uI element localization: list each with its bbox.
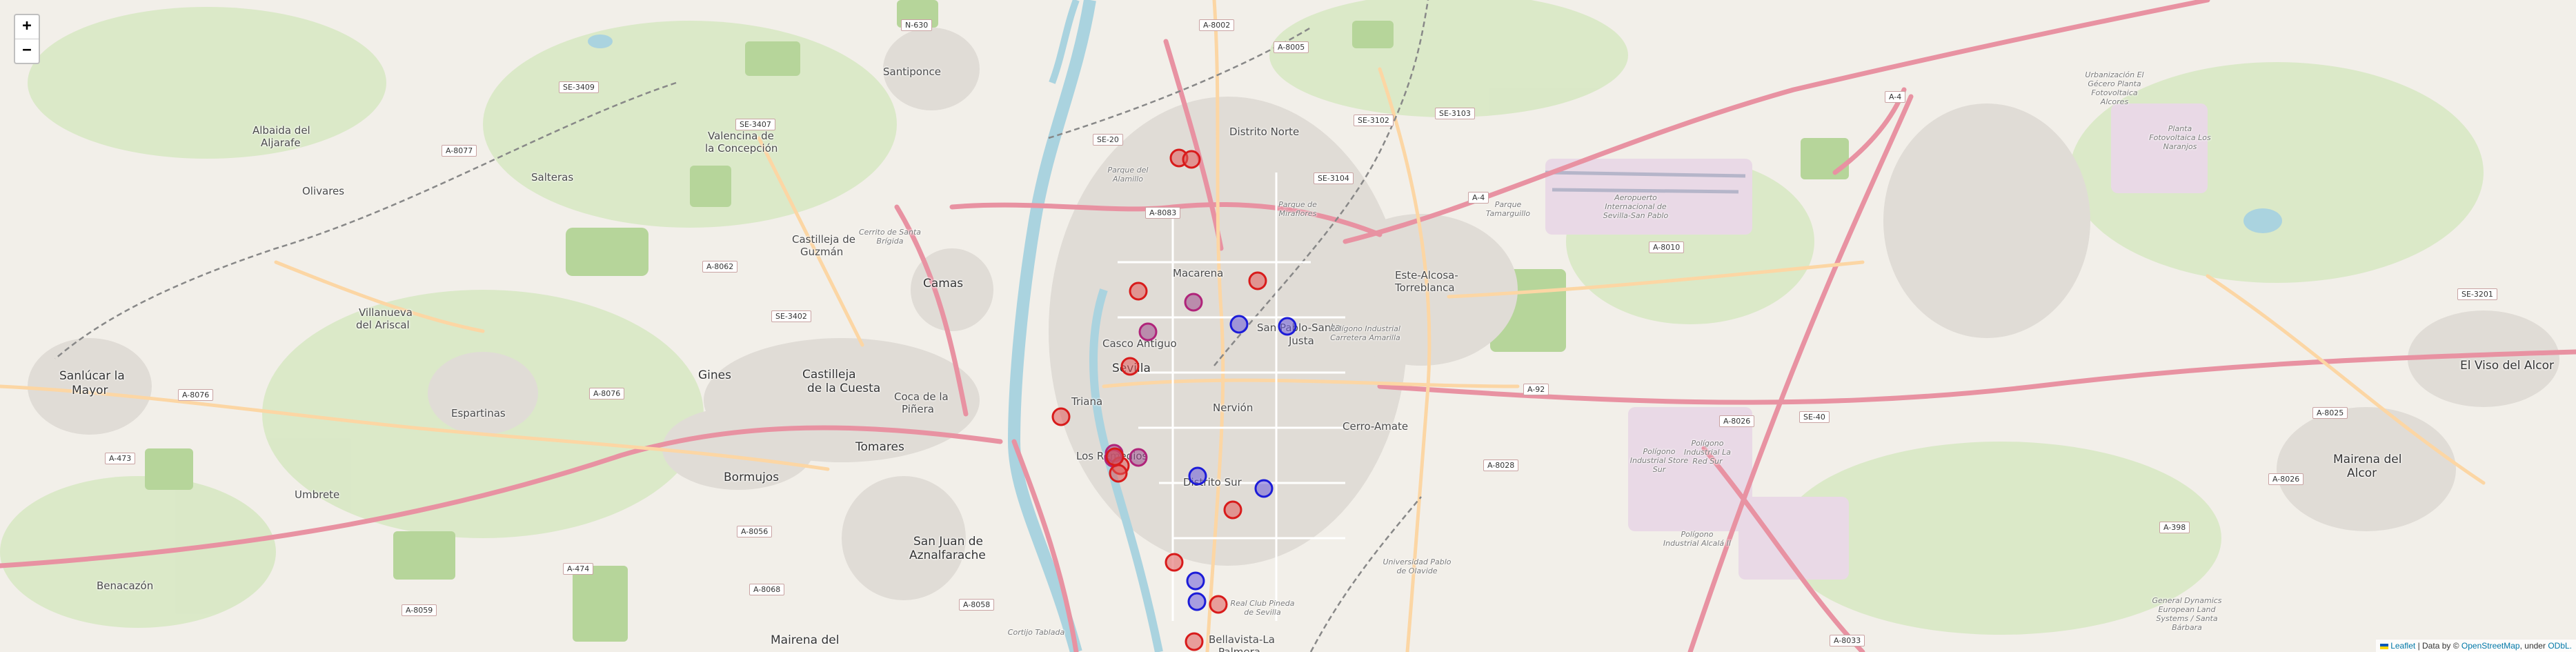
zoom-in-button[interactable]: + — [15, 15, 39, 39]
license-link[interactable]: ODbL. — [2548, 641, 2572, 651]
map-marker-red[interactable] — [1223, 500, 1242, 520]
map-marker-blue[interactable] — [1187, 592, 1207, 611]
map-marker-purple[interactable] — [1138, 322, 1158, 342]
map-marker-red[interactable] — [1120, 357, 1140, 376]
map-marker-red[interactable] — [1209, 595, 1228, 614]
map-marker-red[interactable] — [1051, 407, 1071, 426]
osm-link[interactable]: OpenStreetMap — [2461, 641, 2520, 651]
map-marker-purple[interactable] — [1184, 293, 1203, 312]
marker-layer — [1051, 148, 1297, 651]
map-marker-red[interactable] — [1185, 632, 1204, 651]
map-marker-red[interactable] — [1109, 464, 1128, 483]
map-marker-purple[interactable] — [1129, 448, 1148, 467]
attribution-text: | Data by © — [2415, 641, 2461, 651]
map-marker-blue[interactable] — [1254, 479, 1274, 498]
map-view[interactable]: Sevilla Triana Macarena Casco Antiguo Ne… — [0, 0, 2576, 652]
map-marker-red[interactable] — [1248, 271, 1267, 290]
map-marker-red[interactable] — [1182, 150, 1201, 169]
ukraine-flag-icon — [2380, 643, 2389, 649]
map-marker-red[interactable] — [1165, 553, 1184, 572]
leaflet-link[interactable]: Leaflet — [2390, 641, 2415, 651]
zoom-out-button[interactable]: − — [15, 39, 39, 63]
map-marker-blue[interactable] — [1186, 571, 1205, 591]
zoom-control: + − — [14, 14, 40, 64]
map-marker-blue[interactable] — [1278, 317, 1297, 336]
map-marker-blue[interactable] — [1229, 315, 1249, 334]
map-attribution: Leaflet | Data by © OpenStreetMap, under… — [2376, 640, 2576, 652]
map-marker-red[interactable] — [1129, 281, 1148, 301]
map-marker-red[interactable] — [1105, 447, 1124, 466]
attribution-text: , under — [2519, 641, 2548, 651]
map-marker-blue[interactable] — [1188, 466, 1207, 486]
